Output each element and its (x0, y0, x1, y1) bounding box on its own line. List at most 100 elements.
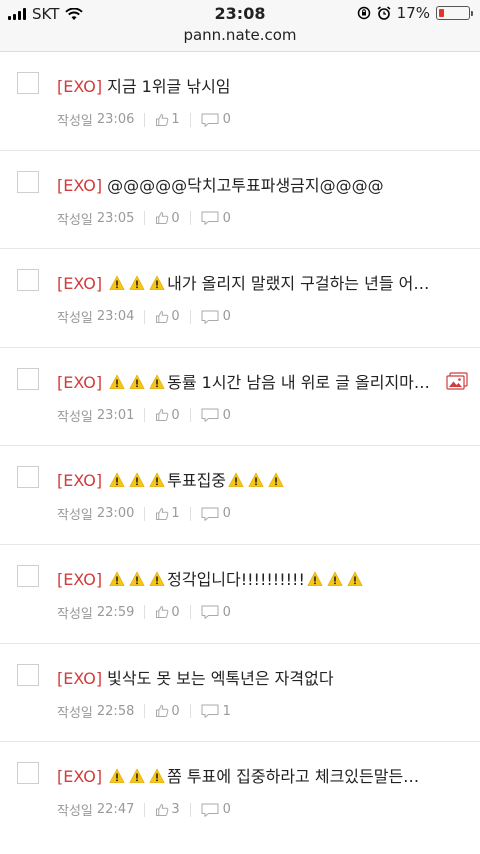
divider (189, 704, 191, 719)
post-title[interactable]: [EXO] 정각입니다!!!!!!!!!! (57, 569, 447, 591)
post-meta: 작성일 22:59 0 0 (57, 603, 231, 622)
post-row[interactable]: [EXO] 지금 1위글 낚시임작성일 23:06 1 0 (0, 52, 480, 151)
post-time: 22:59 (96, 604, 135, 620)
post-tag: [EXO] (57, 274, 103, 294)
warning-icon (149, 374, 165, 389)
post-time: 23:04 (96, 309, 135, 325)
post-row[interactable]: [EXO] 정각입니다!!!!!!!!!! 작성일 22:59 0 0 (0, 545, 480, 644)
post-title[interactable]: [EXO] 동률 1시간 남음 내 위로 글 올리지마… (57, 372, 447, 394)
post-row[interactable]: [EXO] 내가 올리지 말랬지 구걸하는 년들 어… 작성일 23:04 0 0 (0, 249, 480, 348)
post-title-text: 동률 1시간 남음 내 위로 글 올리지마… (167, 372, 430, 392)
address-bar[interactable]: pann.nate.com (0, 26, 480, 52)
post-title[interactable]: [EXO] 지금 1위글 낚시임 (57, 76, 447, 98)
divider (189, 802, 191, 817)
thumbs-up-icon (156, 113, 169, 126)
status-bar: SKT 23:08 17% (0, 0, 480, 26)
warning-icon (268, 473, 284, 488)
post-title[interactable]: [EXO] 내가 올리지 말랬지 구걸하는 년들 어… (57, 273, 447, 295)
status-right: 17% (357, 4, 473, 22)
warning-icon (109, 571, 125, 586)
post-tag: [EXO] (57, 471, 103, 491)
post-meta: 작성일 23:00 1 0 (57, 504, 231, 523)
post-row[interactable]: [EXO] 쫌 투표에 집중하라고 체크있든말든… 작성일 22:47 3 0 (0, 742, 480, 841)
post-checkbox[interactable] (17, 762, 39, 785)
post-checkbox[interactable] (17, 663, 39, 686)
thumbs-up-icon (156, 212, 169, 225)
post-meta: 작성일 23:06 1 0 (57, 110, 231, 129)
post-list: [EXO] 지금 1위글 낚시임작성일 23:06 1 0 [EXO] @@@@@닥치고투표… (0, 52, 480, 841)
comment-count: 0 (222, 210, 231, 226)
comment-count: 0 (222, 604, 231, 620)
warning-icon (228, 473, 244, 488)
comment-count: 0 (222, 309, 231, 325)
warning-icon (149, 768, 165, 784)
warning-icon (307, 571, 323, 586)
warning-icon (109, 768, 125, 784)
battery-icon (436, 6, 473, 20)
warning-icon (129, 374, 145, 389)
post-title[interactable]: [EXO] @@@@@닥치고투표파생금지@@@@ (57, 175, 447, 197)
comment-icon (201, 605, 219, 620)
comment-icon (201, 507, 219, 521)
like-count: 0 (171, 407, 180, 423)
like-count: 0 (171, 604, 180, 620)
post-time: 23:05 (96, 210, 135, 226)
divider (144, 802, 146, 817)
post-title[interactable]: [EXO] 빛삭도 못 보는 엑톡년은 자격없다 (57, 668, 447, 690)
warning-icon (327, 571, 343, 586)
warning-icon (129, 473, 145, 488)
post-date-label: 작성일 (57, 409, 93, 425)
divider (189, 408, 191, 423)
alarm-icon (377, 6, 391, 20)
comment-icon (201, 803, 219, 817)
url-text: pann.nate.com (183, 26, 297, 44)
photo-icon (446, 372, 468, 390)
comment-icon (201, 408, 219, 423)
warning-icon (149, 275, 165, 291)
warning-icon (347, 571, 363, 586)
post-tag: [EXO] (57, 175, 103, 195)
warning-icon (109, 275, 125, 291)
warning-icon (109, 473, 125, 488)
post-checkbox[interactable] (17, 564, 39, 587)
post-meta: 작성일 23:05 0 0 (57, 209, 231, 228)
post-title-text: 투표집중 (167, 471, 227, 491)
post-row[interactable]: [EXO] 빛삭도 못 보는 엑톡년은 자격없다 작성일 22:58 0 1 (0, 644, 480, 743)
post-date-label: 작성일 (57, 705, 93, 721)
post-checkbox[interactable] (17, 367, 39, 390)
comment-count: 0 (222, 506, 231, 522)
post-title-text: 정각입니다!!!!!!!!!! (167, 569, 305, 589)
post-checkbox[interactable] (17, 466, 39, 489)
warning-icon (109, 374, 125, 389)
warning-icon (129, 768, 145, 784)
comment-icon (201, 211, 219, 225)
post-row[interactable]: [EXO] @@@@@닥치고투표파생금지@@@@ 작성일 23:05 0 0 (0, 151, 480, 250)
post-meta: 작성일 23:01 0 0 (57, 406, 231, 425)
warning-icon (248, 473, 264, 488)
divider (144, 408, 146, 423)
post-time: 23:01 (96, 407, 135, 423)
divider (144, 506, 146, 521)
comment-icon (201, 310, 219, 324)
post-checkbox[interactable] (17, 269, 39, 292)
post-date-label: 작성일 (57, 311, 93, 327)
post-row[interactable]: [EXO] 동률 1시간 남음 내 위로 글 올리지마… 작성일 23:01 0 0 (0, 348, 480, 447)
thumbs-up-icon (156, 803, 169, 816)
like-count: 0 (171, 309, 180, 325)
post-title-text: 쫌 투표에 집중하라고 체크있든말든… (167, 767, 420, 787)
post-row[interactable]: [EXO] 투표집중작성일 23:00 1 0 (0, 446, 480, 545)
divider (189, 211, 191, 226)
post-date-label: 작성일 (57, 606, 93, 622)
thumbs-up-icon (156, 310, 169, 323)
post-title[interactable]: [EXO] 쫌 투표에 집중하라고 체크있든말든… (57, 766, 447, 788)
like-count: 0 (171, 210, 180, 226)
post-checkbox[interactable] (17, 170, 39, 193)
thumbs-up-icon (156, 507, 169, 520)
divider (144, 211, 146, 226)
post-tag: [EXO] (57, 372, 103, 392)
thumbs-up-icon (156, 409, 169, 422)
post-checkbox[interactable] (17, 72, 39, 94)
post-time: 22:47 (96, 802, 135, 818)
post-title[interactable]: [EXO] 투표집중 (57, 470, 447, 492)
post-tag: [EXO] (57, 767, 103, 787)
